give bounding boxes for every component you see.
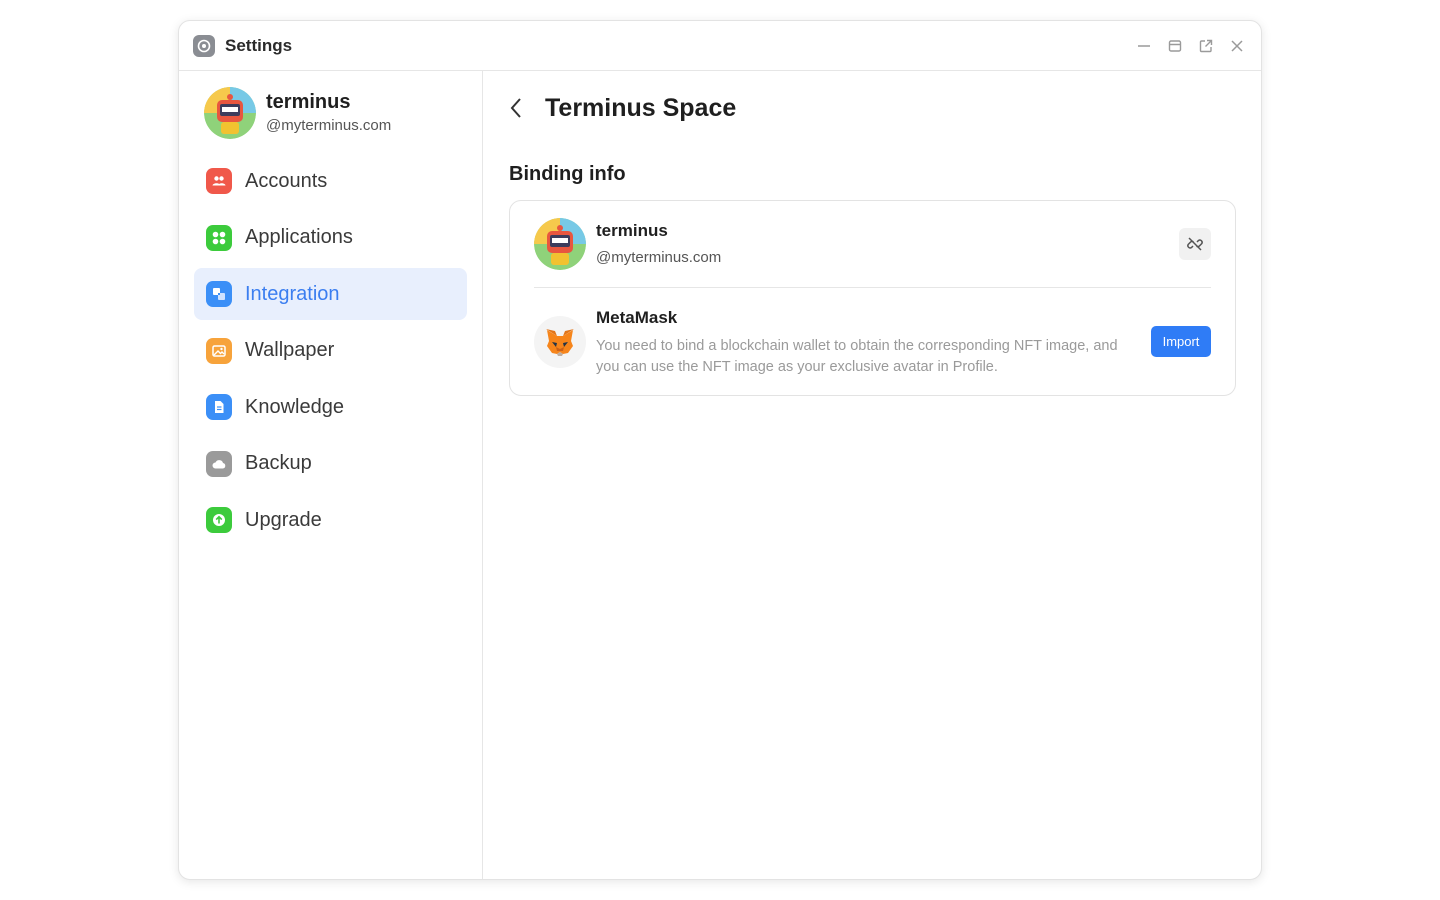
binding-info-card: terminus @myterminus.com MetaMask You ne… bbox=[509, 200, 1236, 396]
back-icon[interactable] bbox=[509, 93, 529, 123]
metamask-title: MetaMask bbox=[596, 307, 678, 327]
sidebar: terminus @myterminus.com Accounts Applic… bbox=[179, 71, 483, 879]
sidebar-item-upgrade[interactable]: Upgrade bbox=[194, 494, 467, 546]
sidebar-item-backup[interactable]: Backup bbox=[194, 438, 467, 490]
metamask-fox-icon bbox=[534, 315, 586, 368]
minimize-icon[interactable] bbox=[1133, 35, 1154, 56]
sidebar-item-applications[interactable]: Applications bbox=[194, 212, 467, 264]
binding-row-metamask: MetaMask You need to bind a blockchain w… bbox=[534, 288, 1211, 395]
sidebar-item-integration[interactable]: Integration bbox=[194, 268, 467, 320]
upgrade-icon bbox=[206, 507, 232, 533]
import-button[interactable]: Import bbox=[1151, 326, 1211, 357]
wallpaper-icon bbox=[206, 337, 232, 364]
sidebar-item-wallpaper[interactable]: Wallpaper bbox=[194, 325, 467, 377]
page-title: Terminus Space bbox=[545, 93, 737, 122]
binding-handle: @myterminus.com bbox=[596, 249, 722, 266]
sidebar-item-label: Upgrade bbox=[245, 508, 322, 531]
profile-handle: @myterminus.com bbox=[266, 117, 392, 134]
sidebar-item-label: Backup bbox=[245, 452, 312, 474]
sidebar-item-label: Knowledge bbox=[245, 395, 344, 418]
window-title: Settings bbox=[225, 35, 293, 55]
section-title: Binding info bbox=[509, 163, 626, 185]
popout-icon[interactable] bbox=[1195, 35, 1216, 56]
sidebar-nav: Accounts Applications Integration Wallpa… bbox=[194, 155, 467, 546]
sidebar-item-label: Wallpaper bbox=[245, 339, 335, 361]
applications-icon bbox=[206, 224, 232, 251]
metamask-description: You need to bind a blockchain wallet to … bbox=[596, 337, 1118, 375]
binding-row-terminus: terminus @myterminus.com bbox=[534, 201, 1211, 288]
settings-window: Settings terminus @myterminus.com Accoun… bbox=[178, 20, 1262, 880]
knowledge-icon bbox=[206, 394, 232, 420]
backup-icon bbox=[206, 450, 232, 477]
binding-name: terminus bbox=[596, 221, 668, 240]
sidebar-item-label: Integration bbox=[245, 282, 340, 305]
sidebar-item-accounts[interactable]: Accounts bbox=[194, 155, 467, 207]
sidebar-item-knowledge[interactable]: Knowledge bbox=[194, 381, 467, 433]
sidebar-item-label: Accounts bbox=[245, 169, 328, 192]
avatar bbox=[534, 218, 586, 270]
close-icon[interactable] bbox=[1226, 35, 1247, 56]
settings-app-icon bbox=[193, 34, 215, 57]
sidebar-item-label: Applications bbox=[245, 226, 353, 248]
main-content: Terminus Space Binding info terminus @my… bbox=[483, 71, 1261, 879]
integration-icon bbox=[206, 281, 232, 307]
accounts-icon bbox=[206, 168, 232, 194]
profile-name: terminus bbox=[266, 91, 351, 113]
avatar bbox=[204, 87, 256, 139]
unlink-icon[interactable] bbox=[1179, 228, 1211, 260]
title-bar: Settings bbox=[179, 21, 1261, 71]
restore-icon[interactable] bbox=[1164, 35, 1185, 56]
profile-header[interactable]: terminus @myterminus.com bbox=[194, 87, 467, 149]
